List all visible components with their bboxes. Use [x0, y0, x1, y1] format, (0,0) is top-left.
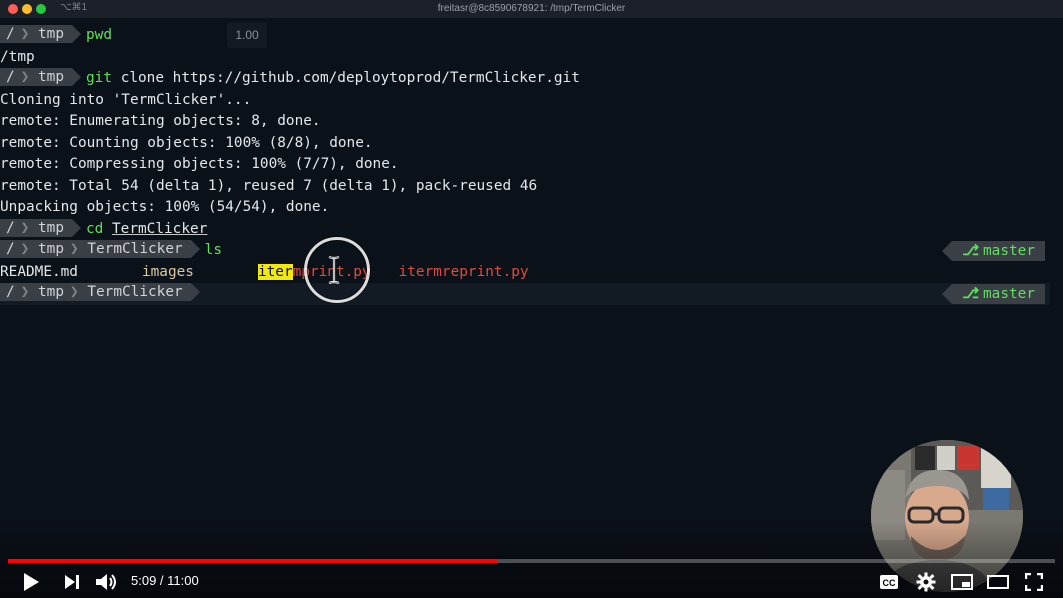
progress-fill: [8, 559, 498, 563]
volume-button[interactable]: [94, 569, 120, 595]
volume-icon: [96, 574, 116, 590]
output-line: remote: Enumerating objects: 8, done.: [0, 113, 321, 129]
command-name: pwd: [86, 27, 113, 43]
git-branch-badge: ⎇ master: [942, 284, 1045, 304]
chevron-right-icon: ❯: [20, 69, 30, 85]
chevron-right-icon: ❯: [70, 284, 79, 300]
branch-name: master: [983, 243, 1035, 259]
play-icon: [24, 573, 39, 591]
chevron-right-icon: ❯: [70, 241, 79, 257]
output-line: /tmp: [0, 48, 35, 65]
command-name: cd: [86, 220, 104, 237]
folder-images[interactable]: images: [142, 262, 194, 284]
play-button[interactable]: [18, 569, 44, 595]
window-title: freitasr@8c8590678921: /tmp/TermClicker: [437, 3, 626, 14]
captions-icon: CC: [880, 575, 898, 589]
output-line: Cloning into 'TermClicker'...: [0, 91, 252, 108]
text-cursor-icon: [328, 255, 340, 285]
chevron-right-icon: ❯: [20, 26, 30, 42]
git-branch-icon: ⎇: [962, 243, 979, 259]
command-argument: clone https://github.com/deploytoprod/Te…: [120, 70, 580, 86]
git-branch-icon: ⎇: [962, 286, 979, 302]
current-prompt-line[interactable]: / ❯ tmp ❯ TermClicker ⎇ master: [0, 283, 1050, 305]
prompt-dir: tmp: [38, 219, 65, 236]
next-button[interactable]: [59, 569, 85, 595]
prompt-root: /: [6, 26, 15, 42]
output-line: remote: Total 54 (delta 1), reused 7 (de…: [0, 177, 538, 194]
player-controls: 5:09 / 11:00 CC: [0, 565, 1063, 598]
chevron-right-icon: ❯: [20, 219, 30, 236]
prompt-segment: / ❯ tmp: [0, 218, 73, 237]
progress-bar[interactable]: [8, 559, 1055, 563]
prompt-dir: TermClicker: [87, 241, 183, 257]
chevron-right-icon: ❯: [20, 241, 30, 257]
prompt-root: /: [6, 241, 15, 257]
output-line: Unpacking objects: 100% (54/54), done.: [0, 199, 330, 215]
miniplayer-button[interactable]: [949, 569, 975, 595]
prompt-dir: TermClicker: [87, 284, 183, 300]
total-time: 11:00: [167, 573, 199, 588]
command-name: git: [86, 70, 113, 86]
video-player[interactable]: ⌥⌘1 freitasr@8c8590678921: /tmp/TermClic…: [0, 0, 1063, 598]
time-display: 5:09 / 11:00: [131, 573, 199, 588]
git-branch-badge: ⎇ master: [942, 241, 1045, 261]
terminal-title-bar: ⌥⌘1 freitasr@8c8590678921: /tmp/TermClic…: [0, 0, 1063, 18]
gear-icon: [916, 572, 936, 592]
prompt-root: /: [6, 219, 15, 236]
fullscreen-button[interactable]: [1021, 569, 1047, 595]
prompt-root: /: [6, 69, 15, 85]
prompt-segment: / ❯ tmp: [0, 25, 73, 43]
time-separator: /: [156, 573, 168, 588]
prompt-dir: tmp: [38, 241, 65, 257]
prompt-segment: / ❯ tmp: [0, 68, 73, 86]
prompt-dir: tmp: [38, 284, 65, 300]
prompt-segment: / ❯ tmp ❯ TermClicker: [0, 240, 191, 258]
output-line: remote: Counting objects: 100% (8/8), do…: [0, 134, 373, 151]
command-argument: TermClicker: [112, 220, 208, 237]
prompt-line: / ❯ tmp git clone https://github.com/deplo…: [0, 68, 1063, 90]
prompt-line: / ❯ tmp pwd: [0, 25, 1063, 47]
terminal-output[interactable]: / ❯ tmp pwd /tmp / ❯ tmp git clone https://g…: [0, 25, 1063, 305]
branch-name: master: [983, 286, 1035, 302]
svg-text:CC: CC: [883, 578, 896, 588]
prompt-dir: tmp: [38, 26, 65, 42]
prompt-segment: / ❯ tmp ❯ TermClicker: [0, 283, 191, 301]
chevron-right-icon: ❯: [20, 284, 30, 300]
captions-button[interactable]: CC: [876, 569, 902, 595]
settings-button[interactable]: [913, 569, 939, 595]
ls-output-line: README.md images itermprint.py itermreprint…: [0, 262, 1063, 284]
fullscreen-icon: [1025, 573, 1043, 591]
current-time: 5:09: [131, 573, 157, 588]
search-highlight: iter: [257, 263, 293, 280]
command-name: ls: [204, 242, 222, 258]
prompt-root: /: [6, 284, 15, 300]
prompt-line: / ❯ tmp cd TermClicker: [0, 218, 1063, 241]
file-readme[interactable]: README.md: [0, 262, 78, 284]
file-itermreprint[interactable]: itermreprint.py: [399, 262, 529, 284]
theater-button[interactable]: [985, 569, 1011, 595]
prompt-line: / ❯ tmp ❯ TermClicker ls ⎇ master: [0, 240, 1063, 262]
miniplayer-icon: [951, 574, 973, 590]
next-icon: [65, 575, 79, 589]
speed-badge: 1.00: [227, 22, 267, 48]
theater-icon: [987, 575, 1009, 589]
output-line: remote: Compressing objects: 100% (7/7),…: [0, 156, 399, 172]
prompt-dir: tmp: [38, 69, 65, 85]
